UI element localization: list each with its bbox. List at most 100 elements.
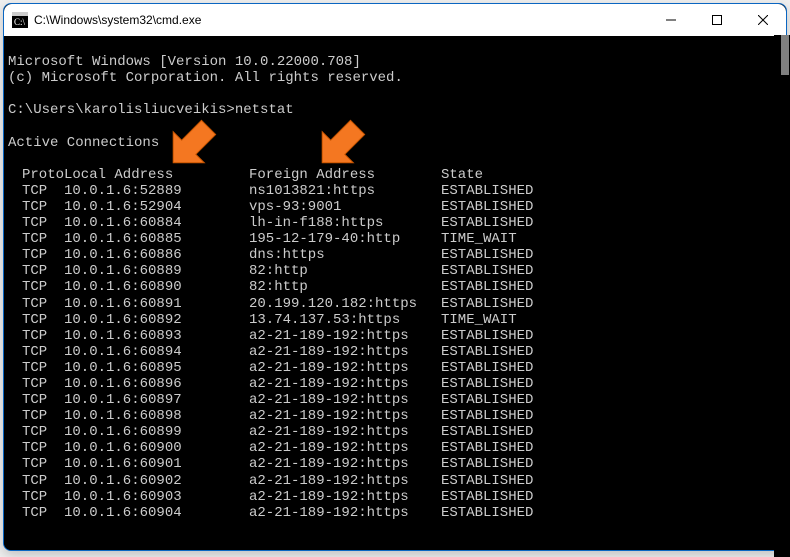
connection-row: TCP10.0.1.6:60895a2-21-189-192:httpsESTA… <box>8 360 782 376</box>
cell-proto: TCP <box>8 231 64 247</box>
terminal-output[interactable]: Microsoft Windows [Version 10.0.22000.70… <box>4 36 786 550</box>
cell-state: ESTABLISHED <box>441 328 782 344</box>
cell-state: ESTABLISHED <box>441 199 782 215</box>
cell-proto: TCP <box>8 505 64 521</box>
cmd-icon: C:\ <box>12 12 28 28</box>
cell-local: 10.0.1.6:60901 <box>64 456 249 472</box>
cell-local: 10.0.1.6:60898 <box>64 408 249 424</box>
cell-foreign: 82:http <box>249 279 441 295</box>
cell-foreign: vps-93:9001 <box>249 199 441 215</box>
connection-row: TCP10.0.1.6:60896a2-21-189-192:httpsESTA… <box>8 376 782 392</box>
cell-state: ESTABLISHED <box>441 360 782 376</box>
command-prompt-window: C:\ C:\Windows\system32\cmd.exe Microsof… <box>3 3 787 551</box>
cell-foreign: a2-21-189-192:https <box>249 344 441 360</box>
cell-foreign: a2-21-189-192:https <box>249 473 441 489</box>
cell-foreign: lh-in-f188:https <box>249 215 441 231</box>
cell-local: 10.0.1.6:60892 <box>64 312 249 328</box>
cell-local: 10.0.1.6:60902 <box>64 473 249 489</box>
connection-row: TCP10.0.1.6:60885195-12-179-40:httpTIME_… <box>8 231 782 247</box>
connection-row: TCP10.0.1.6:60899a2-21-189-192:httpsESTA… <box>8 424 782 440</box>
connection-row: TCP10.0.1.6:52889ns1013821:httpsESTABLIS… <box>8 183 782 199</box>
cell-proto: TCP <box>8 215 64 231</box>
cell-proto: TCP <box>8 392 64 408</box>
cell-state: ESTABLISHED <box>441 489 782 505</box>
cell-foreign: 195-12-179-40:http <box>249 231 441 247</box>
cell-local: 10.0.1.6:60891 <box>64 296 249 312</box>
connection-row: TCP10.0.1.6:60884lh-in-f188:httpsESTABLI… <box>8 215 782 231</box>
cell-local: 10.0.1.6:60886 <box>64 247 249 263</box>
cell-local: 10.0.1.6:60893 <box>64 328 249 344</box>
cell-proto: TCP <box>8 408 64 424</box>
cell-foreign: a2-21-189-192:https <box>249 328 441 344</box>
cell-local: 10.0.1.6:60900 <box>64 440 249 456</box>
cell-state: ESTABLISHED <box>441 408 782 424</box>
header-local-address: Local Address <box>64 167 249 183</box>
connection-row: TCP10.0.1.6:6089120.199.120.182:httpsEST… <box>8 296 782 312</box>
section-title: Active Connections <box>8 135 159 151</box>
connection-row: TCP10.0.1.6:6089082:httpESTABLISHED <box>8 279 782 295</box>
cell-proto: TCP <box>8 328 64 344</box>
banner-line-2: (c) Microsoft Corporation. All rights re… <box>8 70 403 86</box>
cell-proto: TCP <box>8 489 64 505</box>
cell-proto: TCP <box>8 263 64 279</box>
cell-state: ESTABLISHED <box>441 279 782 295</box>
prompt-command: netstat <box>235 102 294 118</box>
header-state: State <box>441 167 782 183</box>
cell-state: ESTABLISHED <box>441 215 782 231</box>
connection-row: TCP10.0.1.6:60897a2-21-189-192:httpsESTA… <box>8 392 782 408</box>
connection-row: TCP10.0.1.6:60901a2-21-189-192:httpsESTA… <box>8 456 782 472</box>
columns-header: ProtoLocal AddressForeign AddressState <box>8 167 782 183</box>
header-proto: Proto <box>8 167 64 183</box>
header-foreign-address: Foreign Address <box>249 167 441 183</box>
cell-state: ESTABLISHED <box>441 247 782 263</box>
connection-row: TCP10.0.1.6:60900a2-21-189-192:httpsESTA… <box>8 440 782 456</box>
connection-row: TCP10.0.1.6:60898a2-21-189-192:httpsESTA… <box>8 408 782 424</box>
cell-local: 10.0.1.6:60896 <box>64 376 249 392</box>
close-button[interactable] <box>740 4 786 36</box>
maximize-button[interactable] <box>694 4 740 36</box>
cell-foreign: 20.199.120.182:https <box>249 296 441 312</box>
cell-state: ESTABLISHED <box>441 440 782 456</box>
cell-foreign: 82:http <box>249 263 441 279</box>
cell-proto: TCP <box>8 344 64 360</box>
cell-state: ESTABLISHED <box>441 263 782 279</box>
connection-row: TCP10.0.1.6:60893a2-21-189-192:httpsESTA… <box>8 328 782 344</box>
cell-foreign: a2-21-189-192:https <box>249 456 441 472</box>
cell-state: ESTABLISHED <box>441 473 782 489</box>
cell-foreign: a2-21-189-192:https <box>249 360 441 376</box>
connection-row: TCP10.0.1.6:52904vps-93:9001ESTABLISHED <box>8 199 782 215</box>
cell-proto: TCP <box>8 183 64 199</box>
cell-foreign: a2-21-189-192:https <box>249 408 441 424</box>
cell-local: 10.0.1.6:60884 <box>64 215 249 231</box>
cell-local: 10.0.1.6:60897 <box>64 392 249 408</box>
scrollbar[interactable] <box>774 35 787 551</box>
cell-local: 10.0.1.6:60890 <box>64 279 249 295</box>
cell-state: TIME_WAIT <box>441 312 782 328</box>
connection-row: TCP10.0.1.6:6088982:httpESTABLISHED <box>8 263 782 279</box>
cell-state: ESTABLISHED <box>441 344 782 360</box>
window-controls <box>648 4 786 36</box>
cell-state: ESTABLISHED <box>441 456 782 472</box>
connection-row: TCP10.0.1.6:6089213.74.137.53:httpsTIME_… <box>8 312 782 328</box>
scrollbar-thumb[interactable] <box>781 35 787 75</box>
cell-proto: TCP <box>8 376 64 392</box>
banner-line-1: Microsoft Windows [Version 10.0.22000.70… <box>8 54 361 70</box>
cell-proto: TCP <box>8 247 64 263</box>
cell-local: 10.0.1.6:60904 <box>64 505 249 521</box>
window-title: C:\Windows\system32\cmd.exe <box>34 13 648 27</box>
cell-foreign: a2-21-189-192:https <box>249 505 441 521</box>
cell-proto: TCP <box>8 279 64 295</box>
cell-proto: TCP <box>8 312 64 328</box>
cell-proto: TCP <box>8 473 64 489</box>
cell-local: 10.0.1.6:60903 <box>64 489 249 505</box>
cell-foreign: a2-21-189-192:https <box>249 489 441 505</box>
cell-state: ESTABLISHED <box>441 505 782 521</box>
cell-local: 10.0.1.6:60885 <box>64 231 249 247</box>
cell-state: ESTABLISHED <box>441 424 782 440</box>
cell-local: 10.0.1.6:60894 <box>64 344 249 360</box>
titlebar[interactable]: C:\ C:\Windows\system32\cmd.exe <box>4 4 786 36</box>
connection-row: TCP10.0.1.6:60886dns:httpsESTABLISHED <box>8 247 782 263</box>
cell-local: 10.0.1.6:52889 <box>64 183 249 199</box>
minimize-button[interactable] <box>648 4 694 36</box>
connection-row: TCP10.0.1.6:60904a2-21-189-192:httpsESTA… <box>8 505 782 521</box>
